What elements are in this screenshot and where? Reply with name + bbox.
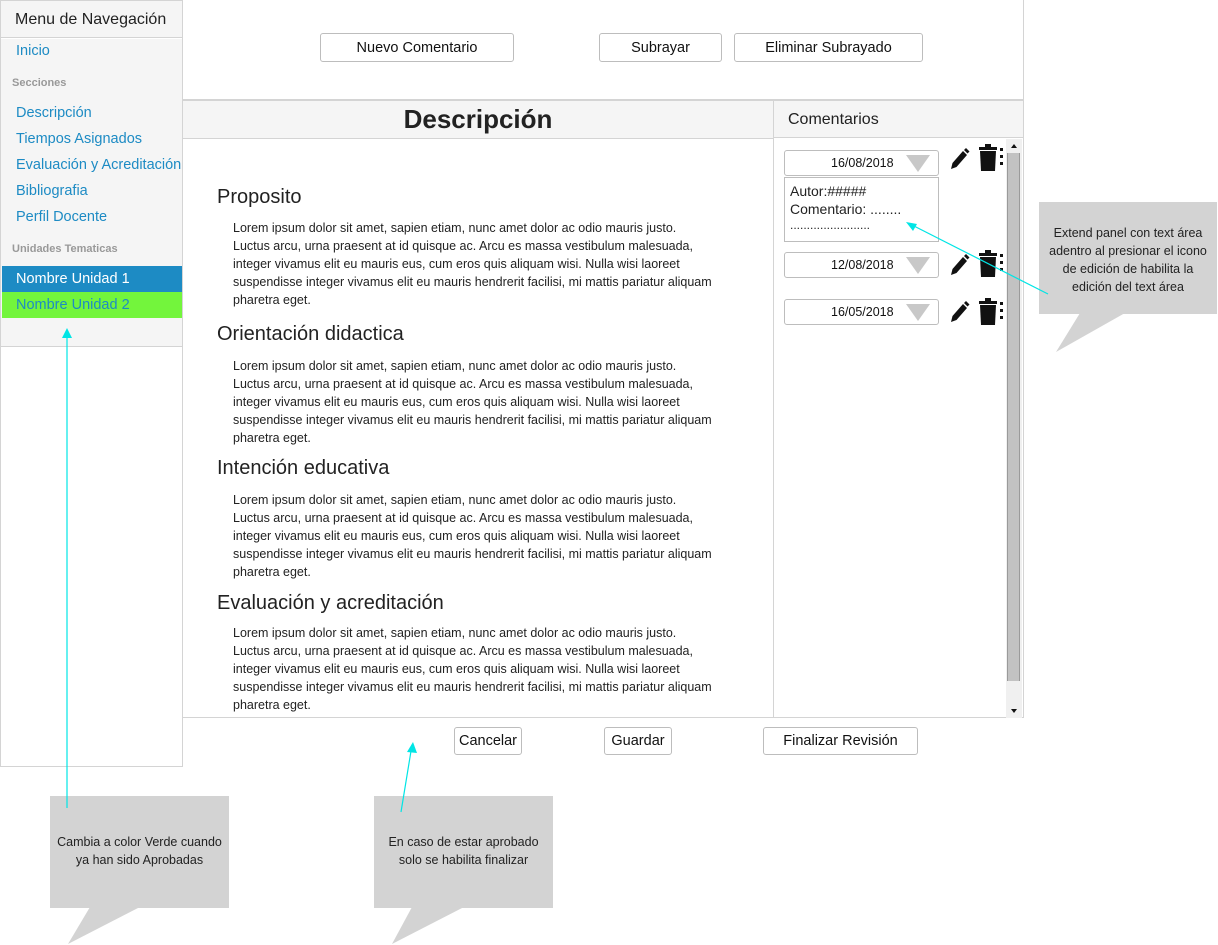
callout-extend-panel: Extend panel con text área adentro al pr… [1039,202,1217,314]
sidebar-title: Menu de Navegación [1,1,182,38]
callout-line: Cambia a color Verde cuando [57,835,222,849]
sidebar-item-perfil-docente[interactable]: Perfil Docente [16,209,107,225]
callout-line: solo se habilita finalizar [398,853,529,867]
callout-line: adentro al presionar el icono [1049,244,1207,258]
sidebar-unit-2[interactable]: Nombre Unidad 2 [2,292,182,318]
section-body-orientacion: Lorem ipsum dolor sit amet, sapien etiam… [233,359,712,445]
pencil-icon[interactable] [948,299,970,325]
finish-review-button[interactable]: Finalizar Revisión [763,727,918,755]
section-title-proposito: Proposito [217,186,302,208]
scroll-up-arrow[interactable] [1006,139,1022,153]
callout-green-units: Cambia a color Verde cuando ya han sido … [50,796,229,908]
chevron-down-icon [906,257,930,274]
comment-date: 12/08/2018 [831,258,894,272]
cancel-button[interactable]: Cancelar [454,727,522,755]
trash-icon[interactable] [976,297,1006,327]
comment-date-select[interactable]: 16/05/2018 [784,299,939,325]
comment-date: 16/08/2018 [831,156,894,170]
navigation-sidebar: Menu de Navegación Inicio Secciones Desc… [0,0,183,767]
description-panel: Descripción Proposito Lorem ipsum dolor … [183,100,774,718]
scrollbar-thumb[interactable] [1007,153,1020,681]
callout-approved: En caso de estar aprobado solo se habili… [374,796,553,908]
section-body-proposito: Lorem ipsum dolor sit amet, sapien etiam… [233,221,712,307]
underline-button[interactable]: Subrayar [599,33,722,62]
sidebar-menu: Inicio Secciones Descripción Tiempos Asi… [1,39,182,347]
arrow-down-icon [1011,709,1017,713]
sidebar-item-descripcion[interactable]: Descripción [16,105,92,121]
comment-textarea[interactable]: Autor:##### Comentario: ........ .......… [784,177,939,242]
comments-panel: Comentarios 16/08/2018 Autor:##### Comen… [773,100,1024,718]
page-title: Descripción [183,101,773,139]
callout-line: de edición de habilita la [1062,262,1194,276]
section-body-intencion: Lorem ipsum dolor sit amet, sapien etiam… [233,493,712,579]
comment-date-select[interactable]: 16/08/2018 [784,150,939,176]
sidebar-units-label: Unidades Tematicas [12,243,118,255]
section-title-evaluacion: Evaluación y acreditación [217,592,444,614]
new-comment-button[interactable]: Nuevo Comentario [320,33,514,62]
sidebar-unit-1[interactable]: Nombre Unidad 1 [2,266,182,292]
comment-date: 16/05/2018 [831,305,894,319]
pencil-icon[interactable] [948,252,970,278]
callout-line: Extend panel con text área [1053,226,1203,240]
comment-date-select[interactable]: 12/08/2018 [784,252,939,278]
remove-underline-button[interactable]: Eliminar Subrayado [734,33,923,62]
sidebar-item-inicio[interactable]: Inicio [16,43,50,59]
comment-text: Comentario: ........ [790,201,902,217]
comment-dots: ........................ [790,218,871,232]
sidebar-section-label: Secciones [12,77,67,89]
arrowhead-icon [407,742,417,753]
callout-line: edición del text área [1072,280,1184,294]
chevron-down-icon [906,155,930,172]
sidebar-item-evaluacion[interactable]: Evaluación y Acreditación [16,157,181,173]
trash-icon[interactable] [976,143,1006,173]
callout-line: En caso de estar aprobado [388,835,539,849]
pencil-icon[interactable] [948,146,970,172]
callout-tail [392,907,464,944]
section-title-orientacion: Orientación didactica [217,323,404,345]
toolbar: Nuevo Comentario Subrayar Eliminar Subra… [183,0,1024,100]
section-body-evaluacion: Lorem ipsum dolor sit amet, sapien etiam… [233,626,712,712]
arrow-up-icon [1011,144,1017,148]
sidebar-item-bibliografia[interactable]: Bibliografia [16,183,88,199]
comment-author: Autor:##### [790,183,867,199]
trash-icon[interactable] [976,249,1006,279]
section-title-intencion: Intención educativa [217,457,390,479]
save-button[interactable]: Guardar [604,727,672,755]
comments-title: Comentarios [774,101,1023,138]
sidebar-item-tiempos-asignados[interactable]: Tiempos Asignados [16,131,142,147]
comments-scrollbar[interactable] [1006,139,1022,718]
callout-tail [68,907,140,944]
callout-line: ya han sido Aprobadas [75,853,204,867]
callout-tail [1056,313,1125,352]
chevron-down-icon [906,304,930,321]
scroll-down-arrow[interactable] [1006,704,1022,718]
